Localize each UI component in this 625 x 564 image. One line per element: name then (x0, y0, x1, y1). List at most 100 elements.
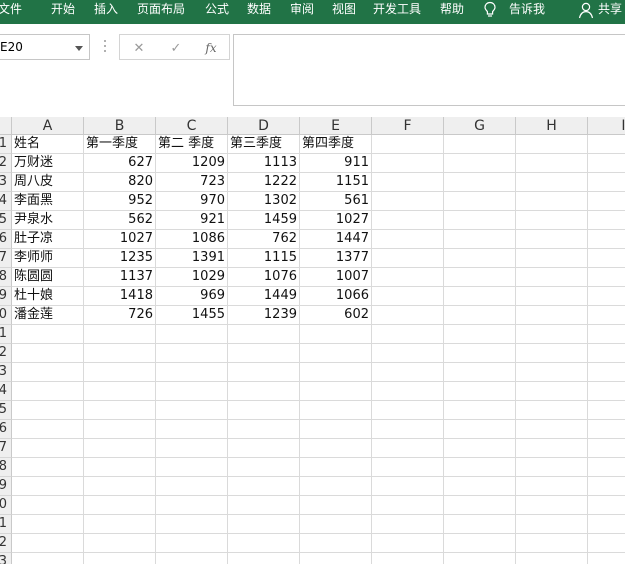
cell-c15[interactable] (156, 401, 228, 420)
formula-input[interactable] (233, 34, 625, 106)
cell-g4[interactable] (444, 192, 516, 211)
cell-e20[interactable] (300, 496, 372, 515)
cell-c14[interactable] (156, 382, 228, 401)
cell-h13[interactable] (516, 363, 588, 382)
cell-b8[interactable]: 1137 (84, 268, 156, 287)
cell-h1[interactable] (516, 135, 588, 154)
cell-e14[interactable] (300, 382, 372, 401)
row-header-20[interactable]: 20 (0, 496, 12, 515)
cell-e11[interactable] (300, 325, 372, 344)
cell-g15[interactable] (444, 401, 516, 420)
share-button[interactable]: 共享 (598, 0, 622, 20)
cell-g17[interactable] (444, 439, 516, 458)
cell-e4[interactable]: 561 (300, 192, 372, 211)
cell-a17[interactable] (12, 439, 84, 458)
cell-c20[interactable] (156, 496, 228, 515)
cell-e7[interactable]: 1377 (300, 249, 372, 268)
cell-b5[interactable]: 562 (84, 211, 156, 230)
row-header-9[interactable]: 9 (0, 287, 12, 306)
cell-f12[interactable] (372, 344, 444, 363)
column-header-g[interactable]: G (444, 117, 516, 135)
cell-a21[interactable] (12, 515, 84, 534)
cell-g6[interactable] (444, 230, 516, 249)
cell-d3[interactable]: 1222 (228, 173, 300, 192)
cell-i14[interactable] (588, 382, 625, 401)
cell-b14[interactable] (84, 382, 156, 401)
person-icon[interactable] (578, 1, 594, 19)
cell-a20[interactable] (12, 496, 84, 515)
row-header-17[interactable]: 17 (0, 439, 12, 458)
cell-e23[interactable] (300, 553, 372, 564)
row-header-4[interactable]: 4 (0, 192, 12, 211)
row-header-13[interactable]: 13 (0, 363, 12, 382)
cell-i5[interactable] (588, 211, 625, 230)
cell-a4[interactable]: 李面黑 (12, 192, 84, 211)
cell-g21[interactable] (444, 515, 516, 534)
cell-h4[interactable] (516, 192, 588, 211)
row-header-10[interactable]: 10 (0, 306, 12, 325)
cell-h23[interactable] (516, 553, 588, 564)
cell-f3[interactable] (372, 173, 444, 192)
cell-h9[interactable] (516, 287, 588, 306)
cell-b2[interactable]: 627 (84, 154, 156, 173)
column-header-c[interactable]: C (156, 117, 228, 135)
cell-h3[interactable] (516, 173, 588, 192)
cell-h2[interactable] (516, 154, 588, 173)
cell-d15[interactable] (228, 401, 300, 420)
cell-i2[interactable] (588, 154, 625, 173)
cell-d12[interactable] (228, 344, 300, 363)
insert-function-icon[interactable]: fx (202, 39, 220, 57)
cell-h7[interactable] (516, 249, 588, 268)
cell-b20[interactable] (84, 496, 156, 515)
cell-a2[interactable]: 万财迷 (12, 154, 84, 173)
column-header-i[interactable]: I (588, 117, 625, 135)
cell-f14[interactable] (372, 382, 444, 401)
cell-h5[interactable] (516, 211, 588, 230)
cell-b6[interactable]: 1027 (84, 230, 156, 249)
cell-a1[interactable]: 姓名 (12, 135, 84, 154)
cell-g7[interactable] (444, 249, 516, 268)
cell-g5[interactable] (444, 211, 516, 230)
cell-g16[interactable] (444, 420, 516, 439)
cell-e9[interactable]: 1066 (300, 287, 372, 306)
cell-a18[interactable] (12, 458, 84, 477)
cell-d1[interactable]: 第三季度 (228, 135, 300, 154)
cell-c9[interactable]: 969 (156, 287, 228, 306)
tab-data[interactable]: 数据 (247, 0, 271, 20)
lightbulb-icon[interactable] (483, 1, 497, 19)
cell-g1[interactable] (444, 135, 516, 154)
cell-f20[interactable] (372, 496, 444, 515)
cell-b11[interactable] (84, 325, 156, 344)
cell-h21[interactable] (516, 515, 588, 534)
cell-c17[interactable] (156, 439, 228, 458)
cell-f10[interactable] (372, 306, 444, 325)
cell-c6[interactable]: 1086 (156, 230, 228, 249)
cell-d10[interactable]: 1239 (228, 306, 300, 325)
cell-b4[interactable]: 952 (84, 192, 156, 211)
row-header-18[interactable]: 18 (0, 458, 12, 477)
cell-f4[interactable] (372, 192, 444, 211)
cell-d14[interactable] (228, 382, 300, 401)
tab-home[interactable]: 开始 (51, 0, 75, 20)
row-header-23[interactable]: 23 (0, 553, 12, 564)
cell-h22[interactable] (516, 534, 588, 553)
cell-d22[interactable] (228, 534, 300, 553)
cell-g11[interactable] (444, 325, 516, 344)
cell-c5[interactable]: 921 (156, 211, 228, 230)
tell-me-search[interactable]: 告诉我 (509, 0, 545, 20)
cell-a11[interactable] (12, 325, 84, 344)
cell-c11[interactable] (156, 325, 228, 344)
cell-g19[interactable] (444, 477, 516, 496)
cell-a9[interactable]: 杜十娘 (12, 287, 84, 306)
cell-a15[interactable] (12, 401, 84, 420)
cell-i18[interactable] (588, 458, 625, 477)
cell-g18[interactable] (444, 458, 516, 477)
row-header-16[interactable]: 16 (0, 420, 12, 439)
cell-i20[interactable] (588, 496, 625, 515)
cell-c3[interactable]: 723 (156, 173, 228, 192)
cell-h18[interactable] (516, 458, 588, 477)
cell-i1[interactable] (588, 135, 625, 154)
cell-i21[interactable] (588, 515, 625, 534)
cell-f2[interactable] (372, 154, 444, 173)
cancel-icon[interactable]: ✕ (130, 39, 148, 57)
